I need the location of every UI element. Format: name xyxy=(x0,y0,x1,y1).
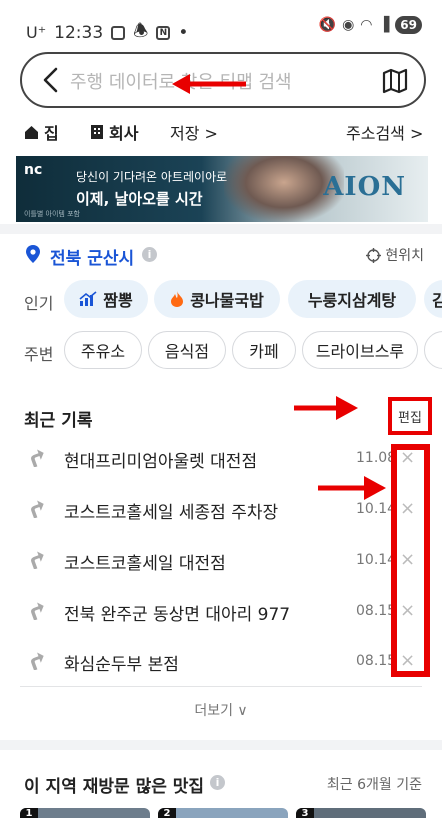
recent-history-title: 최근 기록 xyxy=(24,411,93,431)
nearby-chip-label: 음식점 xyxy=(164,342,210,361)
screenshot-icon xyxy=(111,25,126,40)
popular-chip-2[interactable]: 콩나물국밥 xyxy=(154,280,280,318)
popular-chip-3[interactable]: 누룽지삼계탕 xyxy=(288,280,416,318)
revisit-subtitle: 최근 6개월 기준 xyxy=(326,777,422,793)
nearby-chip-label: 카페 xyxy=(249,342,279,361)
route-arrow-icon xyxy=(31,551,44,569)
naver-icon: N xyxy=(156,25,171,40)
status-right: 🔇 ◉ ◠ ▐ 69 xyxy=(319,16,422,34)
current-location-button[interactable]: 현위치 xyxy=(366,245,424,265)
wifi-icon: ◠ xyxy=(360,17,373,33)
popular-chip-label: 콩나물국밥 xyxy=(190,291,264,310)
signal-icon: ▐ xyxy=(378,17,390,33)
annotation-arrow-search xyxy=(172,74,246,94)
nearby-chip-4[interactable]: 드라이브스루 xyxy=(302,331,418,369)
more-button[interactable]: 더보기 ∨ xyxy=(0,700,442,726)
notification-icon: 🕭 xyxy=(133,21,149,41)
nearby-chip-label: 주유소 xyxy=(80,342,126,361)
saved-link[interactable]: 저장 > xyxy=(170,120,218,144)
popular-chip-4[interactable]: 김 xyxy=(424,280,442,318)
quick-links: 집 회사 저장 > 주소검색 > xyxy=(24,120,424,144)
current-location-label: 현위치 xyxy=(385,248,424,264)
back-icon[interactable] xyxy=(40,67,64,93)
route-arrow-icon xyxy=(31,500,44,518)
home-link[interactable]: 집 xyxy=(24,120,59,144)
banner-text-line1: 당신이 기다려온 아트레이아로 xyxy=(76,170,228,184)
list-divider xyxy=(20,686,422,687)
nearby-chip-5[interactable] xyxy=(424,331,442,369)
carrier-label: U⁺ xyxy=(26,23,47,42)
rank-badge: 2 xyxy=(158,808,176,818)
recent-item[interactable]: 전북 완주군 동상면 대아리 977 08.15 × xyxy=(0,588,442,638)
recent-item-name: 코스트코홀세일 대전점 xyxy=(64,554,226,574)
nearby-chip-3[interactable]: 카페 xyxy=(232,331,296,369)
rank-badge: 1 xyxy=(20,808,38,818)
route-arrow-icon xyxy=(31,449,44,467)
info-icon[interactable]: i xyxy=(142,247,157,262)
route-arrow-icon xyxy=(31,602,44,620)
home-label: 집 xyxy=(44,124,59,143)
location-pin-icon xyxy=(26,245,40,263)
work-label: 회사 xyxy=(109,124,139,143)
current-region[interactable]: 전북 군산시 xyxy=(50,244,134,269)
status-left: U⁺ 12:33 🕭 N • xyxy=(26,18,188,47)
popular-chip-1[interactable]: 짬뽕 xyxy=(64,280,148,318)
ad-banner[interactable]: nc 당신이 기다려온 아트레이아로 이제, 날아오를 시간 이틀별 아이템 포… xyxy=(16,156,428,222)
restaurant-card[interactable]: 1 xyxy=(20,808,150,818)
crosshair-icon xyxy=(366,247,382,263)
annotation-box-delete xyxy=(391,444,430,677)
saved-label: 저장 > xyxy=(170,124,218,143)
popular-label: 인기 xyxy=(24,294,54,313)
location-icon: ◉ xyxy=(342,17,355,33)
location-row: 전북 군산시 i 현위치 xyxy=(24,242,424,269)
restaurant-card[interactable]: 3 xyxy=(296,808,426,818)
work-link[interactable]: 회사 xyxy=(90,120,138,144)
recent-item-name: 전북 완주군 동상면 대아리 977 xyxy=(64,605,291,625)
banner-fineprint: 이틀별 아이템 포함 xyxy=(24,210,80,218)
recent-item-name: 화심순두부 본점 xyxy=(64,655,179,675)
section-divider xyxy=(0,224,442,234)
popular-chip-label: 누룽지삼계탕 xyxy=(307,291,397,310)
clock: 12:33 xyxy=(54,22,104,43)
recent-item-name: 현대프리미엄아울렛 대전점 xyxy=(64,452,258,472)
recent-item[interactable]: 코스트코홀세일 대전점 10.14 × xyxy=(0,537,442,587)
info-icon[interactable]: i xyxy=(210,775,225,790)
restaurant-card[interactable]: 2 xyxy=(158,808,288,818)
popular-chip-label: 짬뽕 xyxy=(103,291,133,310)
nc-logo: nc xyxy=(24,162,43,178)
recent-item-name: 코스트코홀세일 세종점 주차장 xyxy=(64,503,279,523)
annotation-arrow-edit xyxy=(294,396,358,420)
fire-icon xyxy=(171,291,184,307)
banner-text-line2: 이제, 날아오를 시간 xyxy=(76,190,203,208)
building-icon xyxy=(91,125,103,139)
revisit-title: 이 지역 재방문 많은 맛집 xyxy=(24,777,205,797)
mute-icon: 🔇 xyxy=(318,17,337,33)
nearby-chip-1[interactable]: 주유소 xyxy=(64,331,142,369)
status-bar: U⁺ 12:33 🕭 N • 🔇 ◉ ◠ ▐ 69 xyxy=(0,0,442,52)
nearby-label: 주변 xyxy=(24,345,54,364)
rank-badge: 3 xyxy=(296,808,314,818)
address-search-label: 주소검색 > xyxy=(346,124,424,143)
more-notifications-icon: • xyxy=(178,22,189,43)
annotation-arrow-delete xyxy=(318,476,386,500)
map-icon[interactable] xyxy=(382,68,408,94)
aion-logo: AION xyxy=(323,172,406,202)
home-icon xyxy=(25,125,38,139)
trend-icon xyxy=(79,291,97,306)
route-arrow-icon xyxy=(31,652,44,670)
section-divider xyxy=(0,740,442,750)
address-search-link[interactable]: 주소검색 > xyxy=(346,120,423,144)
nearby-chip-label: 드라이브스루 xyxy=(315,342,405,361)
nearby-chip-2[interactable]: 음식점 xyxy=(148,331,226,369)
popular-chip-label: 김 xyxy=(432,291,442,310)
battery-indicator: 69 xyxy=(395,16,422,34)
recent-item[interactable]: 화심순두부 본점 08.15 × xyxy=(0,638,442,688)
edit-button[interactable]: 편집 xyxy=(388,397,432,435)
